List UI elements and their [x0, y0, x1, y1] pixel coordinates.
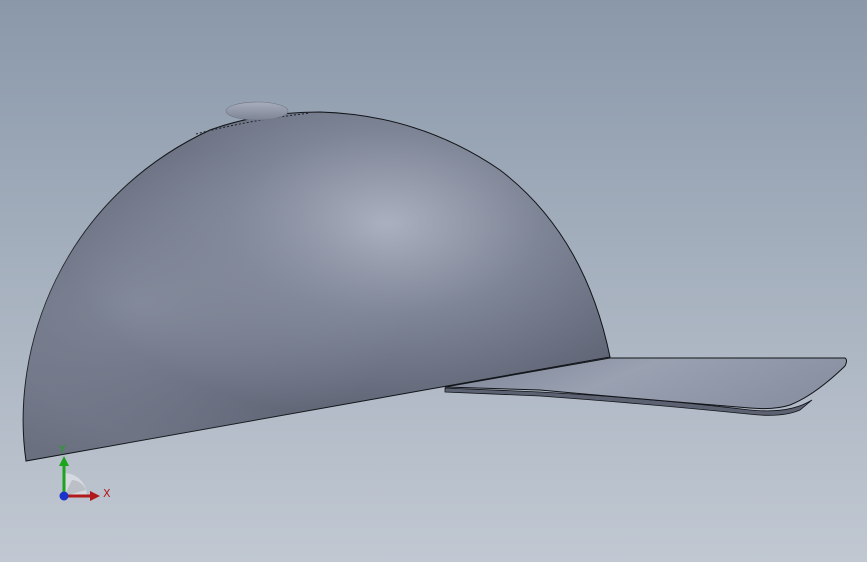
3d-viewport[interactable]: Y X	[0, 0, 867, 562]
z-axis-point	[59, 491, 69, 501]
cap-model[interactable]	[0, 0, 867, 562]
top-button[interactable]	[225, 101, 289, 121]
coordinate-triad: Y X	[58, 443, 111, 501]
y-axis-label: Y	[58, 443, 66, 456]
x-axis-label: X	[103, 487, 111, 500]
crown-shading	[23, 112, 610, 461]
x-axis-arrow	[90, 491, 100, 501]
y-axis-arrow	[59, 456, 69, 466]
